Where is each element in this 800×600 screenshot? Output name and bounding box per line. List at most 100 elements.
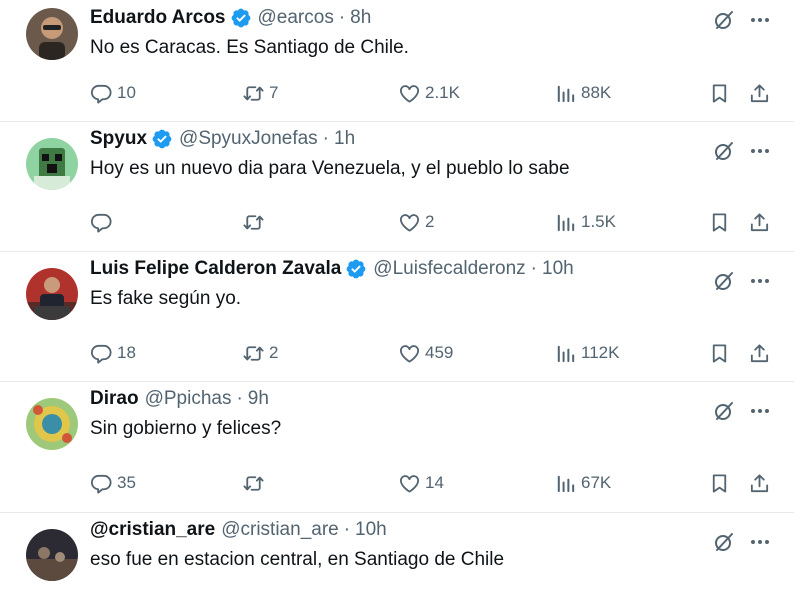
share-button[interactable] (748, 339, 771, 367)
author-handle[interactable]: @earcos (258, 7, 334, 29)
more-icon[interactable] (748, 139, 772, 163)
timestamp[interactable]: 10h (355, 519, 387, 541)
more-icon[interactable] (748, 399, 772, 423)
grok-icon[interactable] (712, 8, 736, 32)
retweet-icon (242, 472, 265, 495)
avatar[interactable] (26, 398, 78, 450)
tweet-text: Es fake según yo. (90, 288, 242, 309)
share-icon (748, 211, 771, 234)
bookmark-icon (708, 211, 731, 234)
avatar[interactable] (26, 8, 78, 60)
retweet-button[interactable]: 7 (242, 79, 278, 107)
view-count: 112K (581, 343, 620, 362)
tweet[interactable]: @cristian_are @cristian_are · 10h eso fu… (0, 512, 794, 600)
retweet-icon (242, 82, 265, 105)
reply-button[interactable]: 18 (90, 339, 136, 367)
tweet[interactable]: Dirao @Ppichas · 9h Sin gobierno y felic… (0, 381, 794, 513)
view-count: 88K (581, 83, 612, 102)
grok-icon[interactable] (712, 399, 736, 423)
separator-dot: · (530, 258, 537, 279)
view-count: 67K (581, 473, 612, 492)
author-handle[interactable]: @SpyuxJonefas (179, 128, 318, 150)
views-icon (554, 472, 577, 495)
more-icon[interactable] (748, 530, 772, 554)
tweet[interactable]: Luis Felipe Calderon Zavala @Luisfecalde… (0, 251, 794, 382)
reply-button[interactable] (90, 208, 117, 236)
views-button[interactable]: 67K (554, 469, 611, 497)
view-count: 1.5K (581, 212, 616, 231)
grok-icon[interactable] (712, 139, 736, 163)
verified-badge-icon (230, 7, 252, 29)
like-icon (398, 82, 421, 105)
like-button[interactable]: 14 (398, 469, 444, 497)
grok-icon[interactable] (712, 269, 736, 293)
bookmark-button[interactable] (708, 339, 731, 367)
grok-icon[interactable] (712, 530, 736, 554)
retweet-icon (242, 342, 265, 365)
author-handle[interactable]: @Luisfecalderonz (373, 258, 525, 280)
author-name[interactable]: @cristian_are (90, 519, 215, 541)
like-button[interactable]: 2.1K (398, 79, 460, 107)
author-name[interactable]: Luis Felipe Calderon Zavala (90, 258, 341, 280)
share-button[interactable] (748, 208, 771, 236)
tweet-text: Hoy es un nuevo dia para Venezuela, y el… (90, 158, 570, 179)
bookmark-icon (708, 342, 731, 365)
reply-button[interactable]: 35 (90, 469, 136, 497)
author-name[interactable]: Dirao (90, 388, 139, 410)
retweet-button[interactable] (242, 208, 269, 236)
like-button[interactable]: 459 (398, 339, 453, 367)
views-button[interactable]: 1.5K (554, 208, 616, 236)
reply-icon (90, 342, 113, 365)
more-icon[interactable] (748, 8, 772, 32)
timestamp[interactable]: 1h (334, 128, 355, 150)
separator-dot: · (322, 128, 329, 149)
reply-count: 10 (117, 83, 136, 102)
author-name[interactable]: Eduardo Arcos (90, 7, 226, 29)
retweet-count: 7 (269, 83, 279, 102)
views-button[interactable]: 112K (554, 339, 619, 367)
separator-dot: · (343, 519, 351, 540)
share-button[interactable] (748, 79, 771, 107)
retweet-icon (242, 211, 265, 234)
bookmark-button[interactable] (708, 469, 731, 497)
separator-dot: · (236, 388, 243, 409)
timestamp[interactable]: 8h (350, 7, 371, 29)
author-handle[interactable]: @Ppichas (145, 388, 232, 410)
reply-count: 35 (117, 473, 136, 492)
like-count: 14 (425, 473, 444, 492)
reply-icon (90, 82, 113, 105)
share-icon (748, 472, 771, 495)
bookmark-button[interactable] (708, 208, 731, 236)
avatar[interactable] (26, 268, 78, 320)
timestamp[interactable]: 10h (542, 258, 574, 280)
bookmark-icon (708, 82, 731, 105)
like-button[interactable]: 2 (398, 208, 434, 236)
avatar[interactable] (26, 138, 78, 190)
bookmark-icon (708, 472, 731, 495)
like-icon (398, 472, 421, 495)
retweet-button[interactable] (242, 469, 269, 497)
author-name[interactable]: Spyux (90, 128, 147, 150)
author-handle[interactable]: @cristian_are (221, 519, 339, 541)
like-count: 2 (425, 212, 435, 231)
timestamp[interactable]: 9h (248, 388, 269, 410)
reply-icon (90, 211, 113, 234)
tweet-text: Sin gobierno y felices? (90, 418, 282, 439)
more-icon[interactable] (748, 269, 772, 293)
verified-badge-icon (345, 258, 367, 280)
tweet-text: eso fue en estacion central, en Santiago… (90, 549, 505, 570)
retweet-button[interactable]: 2 (242, 339, 278, 367)
reply-icon (90, 472, 113, 495)
like-count: 459 (425, 343, 454, 362)
share-icon (748, 342, 771, 365)
views-icon (554, 82, 577, 105)
like-icon (398, 211, 421, 234)
reply-button[interactable]: 10 (90, 79, 136, 107)
like-count: 2.1K (425, 83, 460, 102)
avatar[interactable] (26, 529, 78, 581)
tweet[interactable]: Spyux @SpyuxJonefas · 1h Hoy es un nuevo… (0, 121, 794, 252)
bookmark-button[interactable] (708, 79, 731, 107)
views-button[interactable]: 88K (554, 79, 611, 107)
tweet[interactable]: Eduardo Arcos @earcos · 8h No es Caracas… (0, 0, 794, 122)
share-button[interactable] (748, 469, 771, 497)
